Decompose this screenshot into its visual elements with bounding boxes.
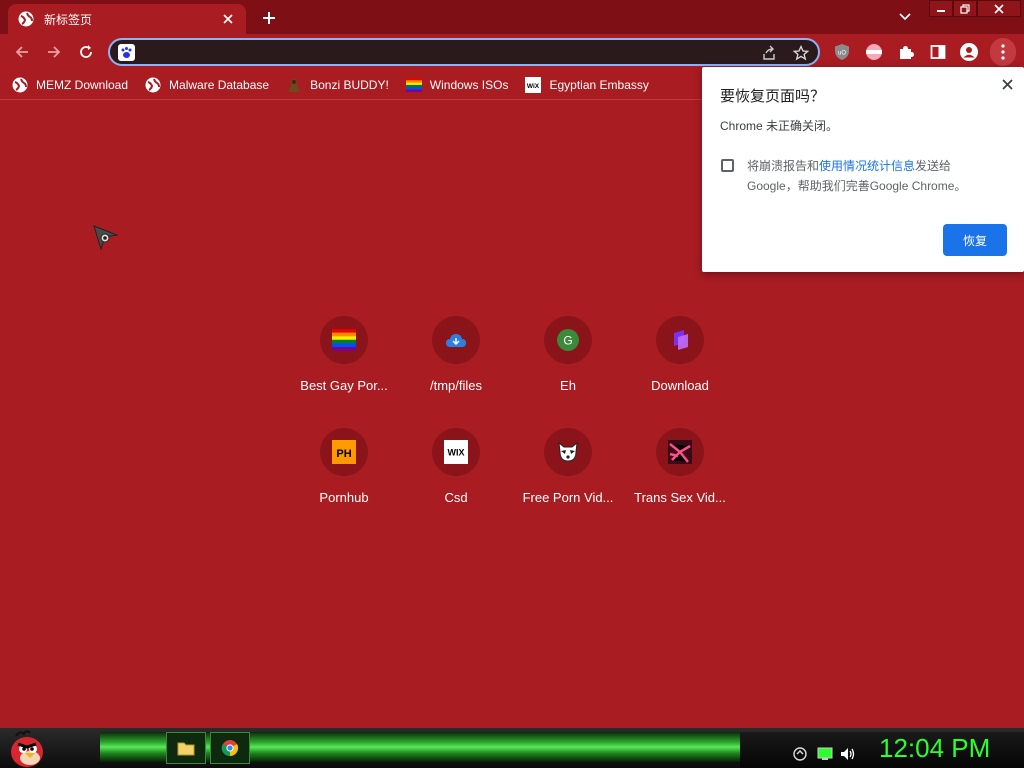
cloud-icon [432, 316, 480, 364]
bonzi-icon [286, 77, 302, 93]
chrome-globe-icon [18, 11, 34, 27]
svg-text:WiX: WiX [527, 83, 540, 90]
checkbox-label-line2: Google，帮助我们完善Google Chrome。 [747, 179, 967, 193]
checkbox-label-prefix: 将崩溃报告和 [747, 159, 820, 173]
bookmark-memz-download[interactable]: MEMZ Download [12, 73, 128, 97]
g-letter-icon: G [544, 316, 592, 364]
taskbar-file-explorer-button[interactable] [166, 732, 206, 764]
shortcut-label: Pornhub [319, 490, 369, 505]
wix-icon: WIX [432, 428, 480, 476]
side-panel-icon[interactable] [928, 42, 948, 62]
send-reports-checkbox[interactable] [721, 159, 734, 172]
reload-icon[interactable] [74, 40, 98, 64]
dialog-message: Chrome 未正确关闭。 [720, 119, 839, 133]
purple-logo-icon [656, 316, 704, 364]
rainbow-flag-icon [405, 77, 422, 93]
back-arrow-icon[interactable] [10, 40, 34, 64]
shortcut-tile[interactable]: PH Pornhub [288, 420, 400, 532]
wix-icon: WiX [525, 76, 542, 93]
ph-letters: PH [336, 448, 351, 460]
restore-icon[interactable] [953, 0, 977, 17]
bookmark-egyptian-embassy[interactable]: WiX Egyptian Embassy [525, 73, 649, 97]
g-letter: G [563, 334, 572, 348]
shortcut-tile[interactable]: G Eh [512, 308, 624, 420]
bookmark-windows-isos[interactable]: Windows ISOs [405, 73, 509, 97]
dialog-title: 要恢复页面吗？ [720, 88, 826, 105]
shortcut-label: Eh [560, 378, 576, 393]
bookmark-malware-database[interactable]: Malware Database [145, 73, 269, 97]
globe-icon [145, 77, 161, 93]
globe-icon [12, 77, 28, 93]
restore-pages-dialog: 要恢复页面吗？ Chrome 未正确关闭。 将崩溃报告和使用情况统计信息发送给 … [702, 67, 1024, 272]
shortcut-label: /tmp/files [429, 378, 482, 393]
raccoon-icon [544, 428, 592, 476]
address-bar[interactable] [108, 38, 820, 66]
ph-icon: PH [320, 428, 368, 476]
address-input[interactable] [142, 42, 742, 62]
bookmark-label: Windows ISOs [429, 77, 509, 92]
taskbar: 12:04 PM [0, 728, 1024, 768]
taskbar-clock[interactable]: 12:04 PM [879, 733, 990, 764]
ublock-origin-icon[interactable]: uO [832, 42, 852, 62]
tray-sync-icon[interactable] [792, 746, 808, 762]
forward-arrow-icon[interactable] [42, 40, 66, 64]
shortcut-tile[interactable]: Trans Sex Vid... [624, 420, 736, 532]
folder-icon [177, 742, 195, 756]
shortcut-label: Free Porn Vid... [522, 490, 614, 505]
restore-button[interactable]: 恢复 [943, 224, 1007, 256]
bookmark-label: Egyptian Embassy [549, 77, 649, 92]
shortcut-label: Best Gay Por... [300, 378, 388, 393]
bookmark-label: Bonzi BUDDY! [310, 77, 389, 92]
checkbox-label-suffix: 发送给 [915, 159, 952, 173]
dialog-close-icon[interactable] [998, 75, 1016, 93]
tab-close-icon[interactable] [220, 11, 236, 27]
tab-new-tab[interactable]: 新标签页 [8, 4, 246, 34]
shortcuts-grid: Best Gay Por... /tmp/files G Eh Download… [288, 308, 736, 532]
flag-extension-icon[interactable] [864, 42, 884, 62]
tab-search-chevron-down-icon[interactable] [895, 7, 915, 27]
svg-text:uO: uO [838, 51, 846, 57]
shortcut-label: Download [651, 378, 709, 393]
toolbar: uO [0, 34, 1024, 70]
shortcut-tile[interactable]: WIX Csd [400, 420, 512, 532]
system-tray-area: 12:04 PM [740, 732, 1024, 768]
volume-speaker-icon[interactable] [840, 746, 856, 762]
animated-cursor-icon [93, 225, 121, 256]
window-controls [929, 0, 1021, 18]
rainbow-flag-icon [320, 316, 368, 364]
baidu-paw-icon [118, 44, 135, 61]
shortcut-tile[interactable]: /tmp/files [400, 308, 512, 420]
shortcut-tile[interactable]: Best Gay Por... [288, 308, 400, 420]
bookmark-label: Malware Database [169, 77, 270, 92]
shortcut-label: Csd [444, 490, 468, 505]
start-button-angry-bird-icon[interactable] [8, 728, 48, 768]
tab-strip: 新标签页 [0, 0, 1024, 34]
shortcut-tile[interactable]: Free Porn Vid... [512, 420, 624, 532]
share-icon[interactable] [760, 44, 778, 62]
bookmark-star-icon[interactable] [792, 44, 810, 62]
network-monitor-icon[interactable] [817, 746, 833, 762]
more-menu-icon[interactable] [990, 38, 1016, 66]
extensions-puzzle-icon[interactable] [896, 42, 916, 62]
taskbar-chrome-button[interactable] [210, 732, 250, 764]
new-tab-plus-icon[interactable] [258, 7, 280, 29]
minimize-icon[interactable] [929, 0, 953, 17]
tab-title: 新标签页 [44, 12, 93, 27]
bookmark-bonzi-buddy[interactable]: Bonzi BUDDY! [286, 73, 389, 97]
bookmark-label: MEMZ Download [36, 77, 129, 92]
close-window-icon[interactable] [977, 0, 1021, 17]
chrome-logo-icon [221, 740, 239, 757]
wix-letters: WIX [448, 448, 465, 458]
shortcut-tile[interactable]: Download [624, 308, 736, 420]
checkbox-label: 将崩溃报告和使用情况统计信息发送给 [747, 157, 951, 174]
pink-pattern-icon [656, 428, 704, 476]
shortcut-label: Trans Sex Vid... [634, 490, 726, 505]
profile-avatar-icon[interactable] [959, 42, 979, 62]
usage-stats-link[interactable]: 使用情况统计信息 [819, 159, 915, 173]
